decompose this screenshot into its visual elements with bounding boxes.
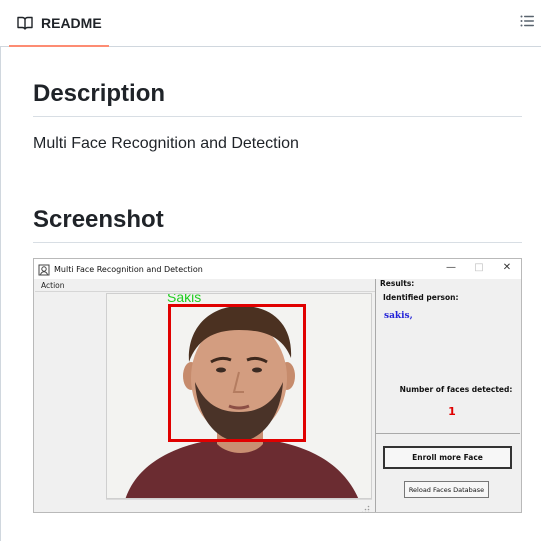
book-icon <box>17 15 33 31</box>
results-panel: Results: Identified person: sakis, Numbe… <box>375 279 521 512</box>
close-icon: ✕ <box>502 262 512 273</box>
image-status-strip <box>106 499 372 512</box>
description-text: Multi Face Recognition and Detection <box>33 135 299 152</box>
reload-database-button: Reload Faces Database <box>404 481 489 498</box>
heading-divider <box>33 116 522 117</box>
faces-count-label: Number of faces detected: <box>399 385 513 394</box>
app-screenshot: Multi Face Recognition and Detection — □… <box>33 258 522 513</box>
menu-divider <box>35 291 375 292</box>
content-border <box>0 47 1 541</box>
tab-readme[interactable]: README <box>9 0 109 47</box>
minimize-icon: — <box>446 262 456 273</box>
menu-action: Action <box>41 281 65 290</box>
face-bounding-box <box>168 304 306 442</box>
enroll-face-button: Enroll more Face <box>383 446 512 469</box>
app-icon <box>38 263 50 276</box>
results-title: Results: <box>380 279 415 288</box>
window-titlebar: Multi Face Recognition and Detection — □… <box>34 259 521 279</box>
faces-count-value: 1 <box>448 405 456 418</box>
window-title: Multi Face Recognition and Detection <box>54 264 203 274</box>
identified-person-value: sakis, <box>384 311 413 321</box>
outline-button[interactable] <box>517 13 537 33</box>
camera-image: Sakis <box>106 293 372 499</box>
tab-readme-label: README <box>41 14 102 31</box>
heading-divider <box>33 242 522 243</box>
list-unordered-icon <box>519 13 535 34</box>
results-divider <box>376 433 520 434</box>
resize-grip-icon <box>361 501 370 512</box>
screenshot-heading: Screenshot <box>33 206 164 233</box>
readme-header: README <box>0 0 541 47</box>
identified-person-label: Identified person: <box>383 293 459 302</box>
description-heading: Description <box>33 80 166 107</box>
maximize-icon: □ <box>474 262 484 273</box>
